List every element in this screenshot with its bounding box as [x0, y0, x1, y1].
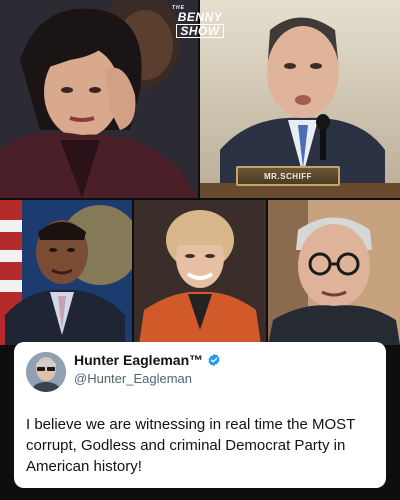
avatar[interactable] — [26, 352, 66, 392]
nameplate: MR.SCHIFF — [236, 166, 340, 186]
photo-politician-bottom-left — [0, 200, 132, 345]
display-name-text: Hunter Eagleman™ — [74, 352, 204, 368]
user-handle[interactable]: @Hunter_Eagleman — [74, 371, 192, 386]
logo-line-1: BENNY — [177, 10, 223, 24]
photo-politician-bottom-middle — [134, 200, 266, 345]
logo-line-2: SHOW — [176, 24, 224, 38]
tweet-card[interactable]: Hunter Eagleman™ @Hunter_Eagleman I beli… — [14, 342, 386, 488]
tweet-text: I believe we are witnessing in real time… — [26, 416, 356, 475]
verified-badge-icon — [207, 353, 221, 367]
photo-politician-bottom-right — [268, 200, 400, 345]
benny-show-logo: THE BENNY SHOW — [166, 6, 234, 46]
display-name[interactable]: Hunter Eagleman™ — [74, 352, 221, 368]
